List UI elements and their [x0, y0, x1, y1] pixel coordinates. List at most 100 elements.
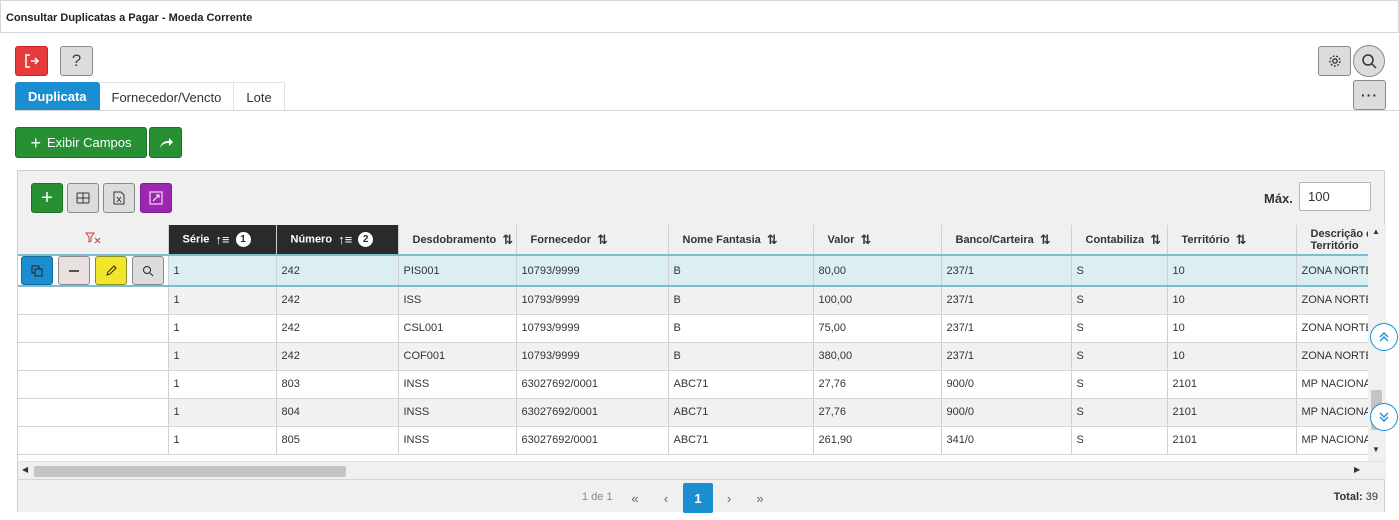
table-cell: ABC71	[668, 426, 814, 455]
table-cell: 804	[276, 398, 399, 427]
table-row[interactable]: 1 804 INSS 63027692/0001 ABC71 27,76 900/0 S 210…	[18, 398, 1368, 427]
add-record-button[interactable]: +	[31, 183, 63, 213]
column-header-desdobramento[interactable]: Desdobramento ⇅	[398, 225, 517, 256]
column-header-territorio[interactable]: Território ⇅	[1167, 225, 1297, 256]
help-button[interactable]: ?	[60, 46, 93, 76]
max-label: Máx.	[1264, 191, 1293, 206]
table-row[interactable]: 1 242 ISS 10793/9999 B 100,00 237/1 S 10 ZONA NOR…	[18, 286, 1368, 315]
scroll-left-arrow[interactable]: ◀	[22, 465, 28, 474]
table-cell: 261,90	[813, 426, 942, 455]
edit-row-button[interactable]	[95, 257, 127, 284]
table-cell: INSS	[398, 398, 517, 427]
expand-button[interactable]	[140, 183, 172, 213]
table-cell: 1	[168, 342, 277, 371]
column-header-nome-fantasia[interactable]: Nome Fantasia ⇅	[668, 225, 814, 256]
tab-duplicata[interactable]: Duplicata	[15, 82, 100, 111]
more-options-button[interactable]: ···	[1353, 80, 1386, 110]
table-cell: ZONA NORTE	[1296, 314, 1368, 343]
scroll-down-arrow[interactable]: ▼	[1372, 445, 1380, 454]
column-header-contabiliza[interactable]: Contabiliza ⇅	[1071, 225, 1168, 256]
scroll-bottom-button[interactable]	[1370, 403, 1398, 431]
sort-icon: ⇅	[766, 231, 778, 247]
gear-icon	[1328, 55, 1341, 67]
table-cell: 237/1	[941, 254, 1072, 287]
table-cell: MP NACIONAL	[1296, 398, 1368, 427]
search-icon	[1362, 54, 1377, 69]
column-header-valor[interactable]: Valor ⇅	[813, 225, 942, 256]
current-page-button[interactable]: 1	[683, 483, 713, 513]
tab-divider	[15, 110, 1399, 111]
sort-icon: ⇅	[502, 231, 514, 247]
scroll-up-arrow[interactable]: ▲	[1372, 227, 1380, 236]
export-excel-button[interactable]	[103, 183, 135, 213]
horizontal-scroll-thumb[interactable]	[34, 466, 346, 477]
table-cell: 27,76	[813, 398, 942, 427]
table-cell: 63027692/0001	[516, 426, 669, 455]
table-cell: 10793/9999	[516, 342, 669, 371]
first-page-button[interactable]: «	[620, 483, 650, 513]
table-cell: 1	[168, 370, 277, 399]
settings-button[interactable]	[1318, 46, 1351, 76]
table-cell: 341/0	[941, 426, 1072, 455]
grid-layout-button[interactable]	[67, 183, 99, 213]
table-row[interactable]: 1 242 PIS001 10793/9999 B 80,00 237/1 S 10 ZONA N…	[18, 254, 1368, 287]
table-row[interactable]: 1 805 INSS 63027692/0001 ABC71 261,90 341/0 S 21…	[18, 426, 1368, 455]
table-cell: INSS	[398, 370, 517, 399]
table-grid-icon	[76, 192, 90, 204]
table-cell: 10793/9999	[516, 254, 669, 287]
double-chevron-down-icon	[1379, 412, 1389, 422]
view-row-button[interactable]	[132, 257, 164, 284]
table-row[interactable]: 1 242 CSL001 10793/9999 B 75,00 237/1 S 10 ZONA N…	[18, 314, 1368, 343]
clear-filter-column[interactable]	[18, 225, 169, 256]
table-row[interactable]: 1 803 INSS 63027692/0001 ABC71 27,76 900/0 S 210…	[18, 370, 1368, 399]
scroll-right-arrow[interactable]: ▶	[1354, 465, 1360, 474]
table-cell: 1	[168, 254, 277, 287]
table-cell: 10	[1167, 314, 1297, 343]
table-cell: B	[668, 342, 814, 371]
table-row[interactable]: 1 242 COF001 10793/9999 B 380,00 237/1 S 10 ZONA …	[18, 342, 1368, 371]
last-page-button[interactable]: »	[745, 483, 775, 513]
column-header-descricao-territorio[interactable]: Descrição d Território	[1296, 225, 1368, 256]
total-count: Total: 39	[1333, 491, 1378, 503]
table-cell: S	[1071, 314, 1168, 343]
exibir-campos-label: Exibir Campos	[46, 135, 132, 150]
delete-row-button[interactable]	[58, 257, 90, 284]
plus-icon: +	[41, 186, 53, 209]
tab-fornecedor-vencto[interactable]: Fornecedor/Vencto	[99, 82, 235, 111]
page-info: 1 de 1	[582, 491, 613, 503]
horizontal-scrollbar[interactable]: ◀ ▶	[18, 461, 1386, 479]
tab-lote[interactable]: Lote	[234, 82, 285, 111]
table-cell: 10	[1167, 254, 1297, 287]
window-title: Consultar Duplicatas a Pagar - Moeda Cor…	[0, 0, 1399, 33]
column-header-numero[interactable]: Número ↑≡ 2	[276, 225, 399, 256]
sort-order-badge: 1	[235, 232, 251, 247]
column-header-banco-carteira[interactable]: Banco/Carteira ⇅	[941, 225, 1072, 256]
table-cell: 63027692/0001	[516, 370, 669, 399]
sort-order-badge: 2	[358, 232, 374, 247]
table-cell: B	[668, 286, 814, 315]
column-header-serie[interactable]: Série ↑≡ 1	[168, 225, 277, 256]
next-page-button[interactable]: ›	[714, 483, 744, 513]
scroll-top-button[interactable]	[1370, 323, 1398, 351]
exit-button[interactable]	[15, 46, 48, 76]
prev-page-button[interactable]: ‹	[651, 483, 681, 513]
max-input[interactable]	[1299, 182, 1371, 211]
row-actions-cell	[18, 426, 169, 455]
table-cell: 2101	[1167, 370, 1297, 399]
copy-row-button[interactable]	[21, 257, 53, 284]
search-button[interactable]	[1353, 45, 1385, 77]
table-cell: 242	[276, 342, 399, 371]
table-cell: 900/0	[941, 370, 1072, 399]
table-cell: 1	[168, 314, 277, 343]
share-button[interactable]	[149, 127, 182, 158]
excel-file-icon	[113, 191, 125, 205]
column-header-fornecedor[interactable]: Fornecedor ⇅	[516, 225, 669, 256]
table-cell: 237/1	[941, 314, 1072, 343]
table-cell: 10793/9999	[516, 314, 669, 343]
exibir-campos-button[interactable]: + Exibir Campos	[15, 127, 147, 158]
sort-icon: ⇅	[597, 231, 608, 247]
table-cell: ABC71	[668, 370, 814, 399]
table-cell: 2101	[1167, 426, 1297, 455]
copy-icon	[31, 265, 43, 276]
table-cell: ZONA NORTE	[1296, 286, 1368, 315]
